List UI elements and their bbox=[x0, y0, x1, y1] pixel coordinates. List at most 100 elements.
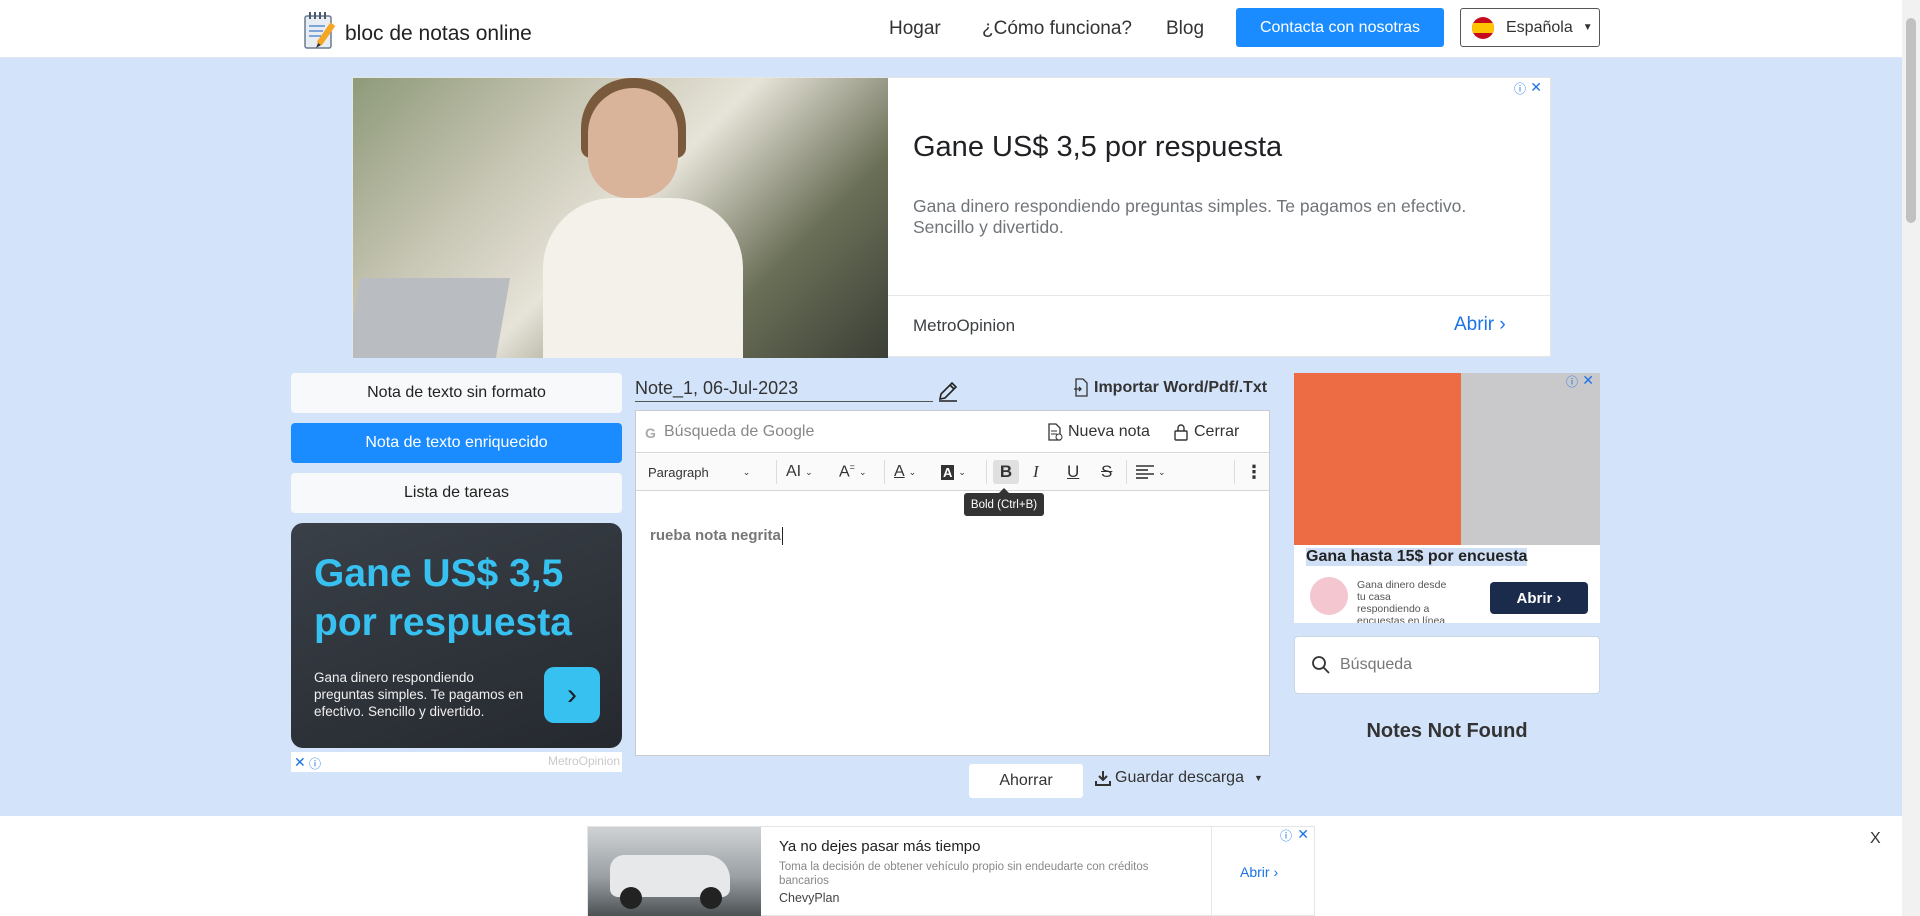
chevron-down-icon: ⌄ bbox=[1158, 466, 1166, 477]
align-button[interactable]: ⌄ bbox=[1136, 460, 1166, 484]
right-ad-description: Gana dinero desde tu casa respondiendo a… bbox=[1357, 579, 1447, 623]
download-icon bbox=[1095, 771, 1111, 786]
font-size-icon: AI bbox=[786, 463, 802, 480]
page-scrollbar[interactable] bbox=[1902, 0, 1920, 916]
save-download-label: Guardar descarga bbox=[1115, 769, 1244, 786]
toolbar-divider bbox=[1126, 460, 1127, 484]
italic-button[interactable]: I bbox=[1033, 460, 1039, 484]
ad-open-button[interactable]: Abrir › bbox=[1454, 314, 1506, 336]
close-note-button[interactable]: Cerrar bbox=[1173, 423, 1239, 441]
adchoices-icon[interactable]: ⓘ bbox=[1566, 373, 1578, 390]
nav-how-it-works[interactable]: ¿Cómo funciona? bbox=[982, 18, 1132, 40]
new-file-icon bbox=[1048, 423, 1063, 441]
google-search-input[interactable]: Búsqueda de Google bbox=[664, 423, 814, 441]
bottom-ad-headline[interactable]: Ya no dejes pasar más tiempo bbox=[779, 838, 981, 855]
notes-search-input[interactable]: Búsqueda bbox=[1294, 636, 1600, 694]
highlight-color-button[interactable]: A ⌄ bbox=[941, 460, 966, 484]
logo-text: bloc de notas online bbox=[345, 22, 532, 45]
right-ad-headline[interactable]: Gana hasta 15$ por encuesta bbox=[1306, 548, 1528, 566]
more-options-icon[interactable]: ⋮ bbox=[1245, 460, 1263, 484]
strikethrough-button[interactable]: S bbox=[1101, 460, 1112, 484]
left-ad-description: Gana dinero respondiendo preguntas simpl… bbox=[314, 670, 524, 719]
font-color-icon: A bbox=[894, 463, 905, 480]
paragraph-select[interactable]: Paragraph ⌄ bbox=[648, 460, 750, 484]
contact-button[interactable]: Contacta con nosotras bbox=[1236, 8, 1444, 47]
logo[interactable]: bloc de notas online bbox=[303, 10, 532, 50]
adchoices-icon[interactable]: ⓘ bbox=[1280, 827, 1292, 844]
import-label: Importar Word/Pdf/.Txt bbox=[1094, 378, 1268, 396]
mode-task-list[interactable]: Lista de tareas bbox=[291, 473, 622, 513]
bottom-ad-brand: ChevyPlan bbox=[779, 891, 840, 905]
bottom-ad[interactable]: Ya no dejes pasar más tiempo Toma la dec… bbox=[587, 826, 1315, 916]
left-ad[interactable]: Gane US$ 3,5 por respuesta Gana dinero r… bbox=[291, 523, 622, 748]
bold-tooltip: Bold (Ctrl+B) bbox=[964, 488, 1044, 516]
google-search-row: G Búsqueda de Google Nueva nota Cerrar bbox=[636, 411, 1269, 453]
top-ad-banner[interactable]: Gane US$ 3,5 por respuesta Gana dinero r… bbox=[352, 77, 1552, 358]
caret-down-icon: ▼ bbox=[1582, 22, 1593, 33]
font-family-button[interactable]: A= ⌄ bbox=[839, 460, 866, 484]
ad-description: Gana dinero respondiendo preguntas simpl… bbox=[913, 196, 1467, 237]
ad-close-icon[interactable]: ✕ bbox=[1530, 79, 1542, 96]
rich-text-editor: G Búsqueda de Google Nueva nota Cerrar P… bbox=[635, 410, 1270, 756]
chevron-down-icon: ⌄ bbox=[908, 466, 917, 477]
ad-woman-image bbox=[353, 78, 888, 358]
caret-down-icon: ▼ bbox=[1253, 773, 1263, 783]
ad-brand: MetroOpinion bbox=[913, 316, 1016, 335]
bold-button[interactable]: B bbox=[993, 460, 1019, 484]
adchoices-icon[interactable]: ⓘ bbox=[1514, 80, 1526, 97]
pencil-icon[interactable] bbox=[937, 380, 959, 402]
left-ad-brand: MetroOpinion bbox=[547, 754, 620, 768]
text-cursor bbox=[781, 527, 783, 546]
adchoices-icon[interactable]: ⓘ bbox=[309, 755, 321, 772]
ad-open-label: Abrir bbox=[1454, 314, 1495, 335]
bottom-ad-description: Toma la decisión de obtener vehículo pro… bbox=[779, 861, 1149, 887]
lock-icon bbox=[1174, 424, 1188, 441]
site-header: bloc de notas online Hogar ¿Cómo funcion… bbox=[0, 0, 1902, 58]
chevron-right-icon: › bbox=[1499, 314, 1506, 335]
toolbar-divider bbox=[986, 460, 987, 484]
toolbar-divider bbox=[776, 460, 777, 484]
toolbar-divider bbox=[884, 460, 885, 484]
paragraph-label: Paragraph bbox=[648, 464, 709, 480]
align-left-icon bbox=[1136, 465, 1154, 479]
ad-close-icon[interactable]: ✕ bbox=[294, 754, 306, 771]
right-ad-open-button[interactable]: Abrir › bbox=[1490, 582, 1588, 614]
new-note-label: Nueva nota bbox=[1068, 423, 1150, 440]
bottom-ad-open-label: Abrir bbox=[1240, 864, 1270, 880]
editor-content-area[interactable]: rueba nota negrita bbox=[650, 527, 783, 546]
notepad-icon bbox=[304, 12, 335, 49]
ad-close-icon[interactable]: ✕ bbox=[1297, 826, 1309, 843]
import-button[interactable]: Importar Word/Pdf/.Txt bbox=[1073, 378, 1267, 397]
close-bottom-ad-button[interactable]: X bbox=[1870, 830, 1881, 848]
bottom-ad-open-button[interactable]: Abrir › bbox=[1240, 864, 1278, 880]
mode-rich-text[interactable]: Nota de texto enriquecido bbox=[291, 423, 622, 463]
note-title-field[interactable]: Note_1, 06-Jul-2023 bbox=[635, 378, 933, 402]
save-button[interactable]: Ahorrar bbox=[969, 764, 1083, 798]
editor-toolbar: Paragraph ⌄ AI ⌄ A= ⌄ A ⌄ A ⌄ B I U S ⌄ ⋮ bbox=[636, 454, 1269, 491]
arrow-right-icon[interactable]: › bbox=[544, 667, 600, 723]
new-note-button[interactable]: Nueva nota bbox=[1047, 423, 1150, 441]
ad-close-icon[interactable]: ✕ bbox=[1582, 373, 1594, 389]
underline-button[interactable]: U bbox=[1067, 460, 1079, 484]
nav-blog[interactable]: Blog bbox=[1166, 18, 1204, 40]
font-color-button[interactable]: A ⌄ bbox=[894, 460, 916, 484]
nav-home[interactable]: Hogar bbox=[889, 18, 941, 40]
car-image bbox=[588, 827, 761, 916]
ad-gray-panel bbox=[1461, 373, 1600, 545]
font-size-button[interactable]: AI ⌄ bbox=[786, 460, 813, 484]
language-dropdown[interactable]: Española ▼ bbox=[1460, 8, 1600, 47]
close-label: Cerrar bbox=[1194, 423, 1240, 440]
mode-plain-text[interactable]: Nota de texto sin formato bbox=[291, 373, 622, 413]
file-import-icon bbox=[1074, 378, 1088, 397]
highlight-icon: A bbox=[941, 464, 955, 480]
scroll-thumb[interactable] bbox=[1906, 18, 1916, 223]
save-download-dropdown[interactable]: Guardar descarga ▼ bbox=[1095, 769, 1263, 787]
ad-orange-panel bbox=[1294, 373, 1461, 545]
language-label: Española bbox=[1506, 18, 1573, 36]
notes-status: Notes Not Found bbox=[1366, 720, 1528, 742]
notes-search-placeholder: Búsqueda bbox=[1340, 656, 1413, 673]
ad-divider bbox=[1211, 827, 1212, 916]
chevron-down-icon: ⌄ bbox=[805, 466, 813, 477]
ad-headline[interactable]: Gane US$ 3,5 por respuesta bbox=[913, 131, 1282, 164]
right-ad[interactable]: ⓘ ✕ Gana hasta 15$ por encuesta Gana din… bbox=[1294, 373, 1600, 623]
